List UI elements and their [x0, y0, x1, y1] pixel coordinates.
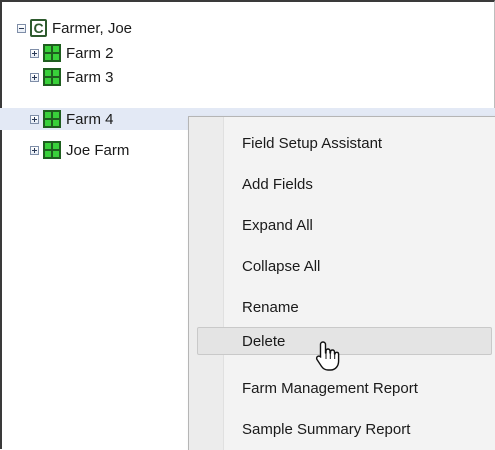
farm-grid-icon: [43, 141, 61, 159]
menu-item-label: Collapse All: [242, 257, 321, 275]
tree-node-label: Farm 4: [66, 110, 114, 128]
tree-node-client[interactable]: C Farmer, Joe: [17, 17, 132, 39]
menu-item-field-setup-assistant[interactable]: Field Setup Assistant: [189, 128, 495, 158]
menu-item-delete[interactable]: Delete: [197, 327, 492, 355]
menu-item-farm-management-report[interactable]: Farm Management Report: [189, 373, 495, 403]
menu-item-sample-summary-report[interactable]: Sample Summary Report: [189, 414, 495, 444]
tree-node-farm[interactable]: Farm 3: [30, 66, 114, 88]
hand-pointer-icon: [315, 341, 340, 371]
menu-item-rename[interactable]: Rename: [189, 292, 495, 322]
menu-item-label: Sample Summary Report: [242, 420, 411, 438]
menu-item-add-fields[interactable]: Add Fields: [189, 169, 495, 199]
expand-icon[interactable]: [30, 72, 39, 82]
farm-grid-icon: [43, 110, 61, 128]
tree-node-label: Farm 2: [66, 44, 114, 62]
menu-item-expand-all[interactable]: Expand All: [189, 210, 495, 240]
menu-item-label: Expand All: [242, 216, 313, 234]
tree-node-label: Farm 3: [66, 68, 114, 86]
tree-node-label: Farmer, Joe: [52, 19, 133, 37]
expand-icon[interactable]: [30, 114, 39, 124]
tree-node-farm[interactable]: Farm 2: [30, 42, 114, 64]
tree-node-label: Joe Farm: [66, 141, 130, 159]
expand-icon[interactable]: [30, 145, 39, 155]
menu-item-collapse-all[interactable]: Collapse All: [189, 251, 495, 281]
collapse-icon[interactable]: [17, 23, 26, 33]
menu-item-label: Field Setup Assistant: [242, 134, 383, 152]
expand-icon[interactable]: [30, 48, 39, 58]
menu-item-label: Rename: [242, 298, 299, 316]
tree-node-farm[interactable]: Joe Farm: [30, 139, 129, 161]
farm-grid-icon: [43, 44, 61, 62]
menu-item-label: Delete: [242, 332, 286, 350]
client-c-icon: C: [30, 19, 47, 37]
menu-item-label: Add Fields: [242, 175, 313, 193]
farm-grid-icon: [43, 68, 61, 86]
context-menu: Field Setup Assistant Add Fields Expand …: [188, 116, 495, 450]
menu-item-label: Farm Management Report: [242, 379, 418, 397]
